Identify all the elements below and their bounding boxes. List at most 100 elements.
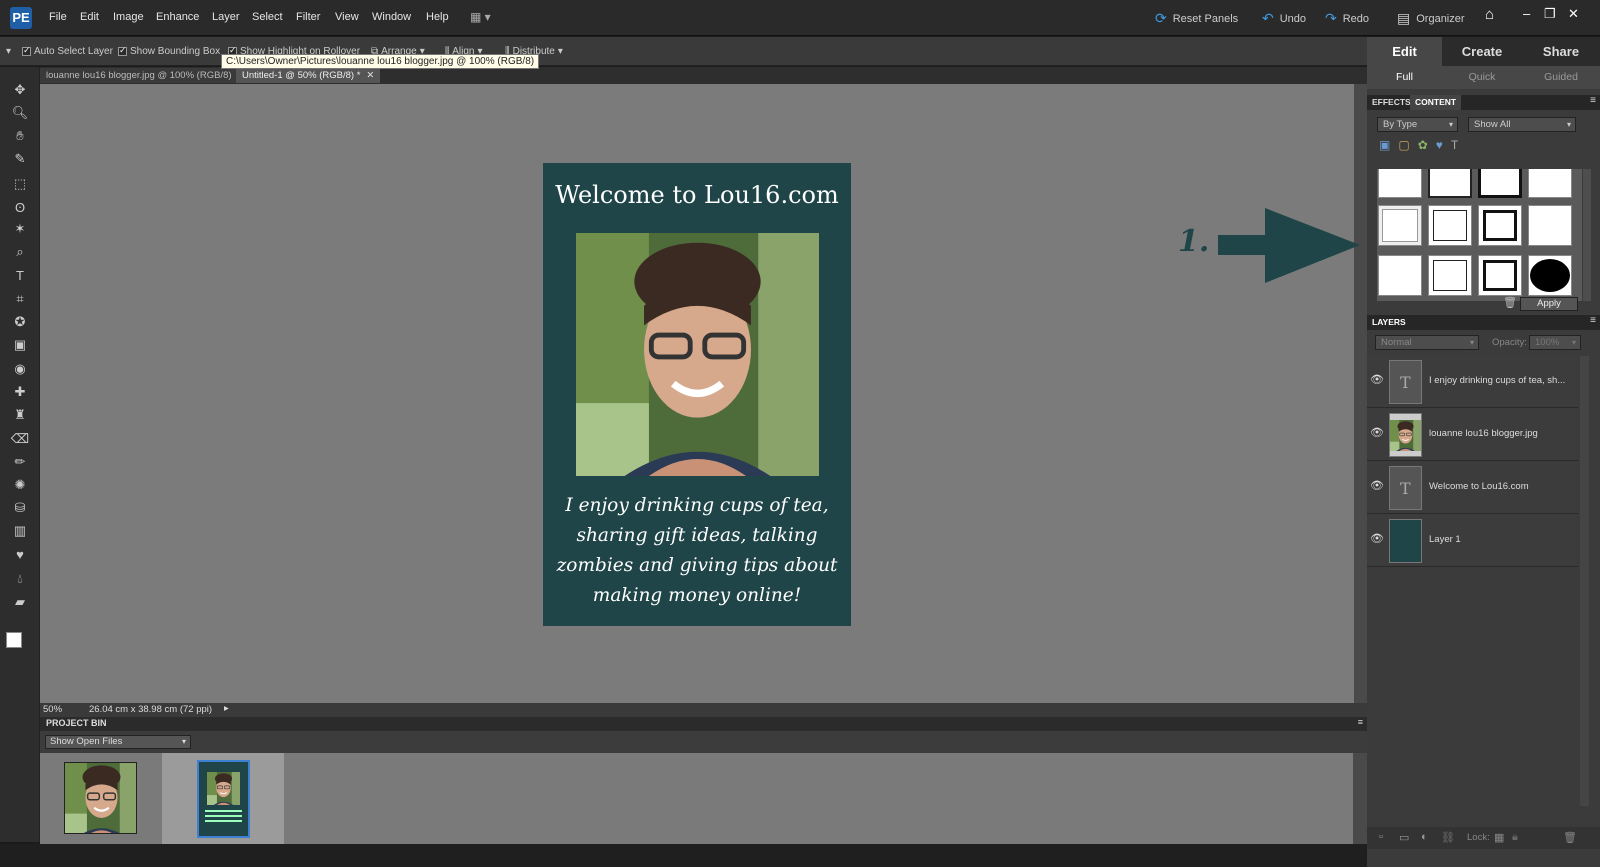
layer-row-photo[interactable]: 👁︎ louanne lou16 blogger.jpg (1367, 409, 1578, 461)
tab-louanne-blogger[interactable]: louanne lou16 blogger.jpg @ 100% (RGB/8)… (40, 68, 252, 83)
blend-mode-select[interactable]: Normal ▾ (1375, 335, 1479, 350)
bin-scrollbar[interactable] (1353, 753, 1367, 844)
cookie-cutter-tool-icon[interactable]: ✪ (10, 312, 30, 332)
tab-quick[interactable]: Quick (1443, 66, 1521, 89)
workspace-layout-button[interactable]: ▦ ▾ (470, 10, 502, 26)
layer-row-text-title[interactable]: 👁︎ T Welcome to Lou16.com (1367, 462, 1578, 514)
sponge-tool-icon[interactable]: ▰ (10, 592, 30, 612)
frame-thumb[interactable] (1478, 255, 1522, 296)
close-tab-icon[interactable]: ✕ (366, 70, 374, 81)
visibility-eye-icon[interactable]: 👁︎ (1370, 373, 1384, 387)
document-title-text[interactable]: Welcome to Lou16.com (543, 181, 851, 209)
new-group-icon[interactable]: ▭ (1399, 831, 1409, 844)
layer-row-fill[interactable]: 👁︎ Layer 1 (1367, 515, 1578, 567)
bin-thumbnail-untitled[interactable] (162, 753, 284, 844)
menu-edit[interactable]: Edit (80, 11, 99, 23)
visibility-eye-icon[interactable]: 👁︎ (1370, 532, 1384, 546)
recompose-tool-icon[interactable]: ▣ (10, 335, 30, 355)
foreground-color-swatch[interactable] (6, 632, 22, 648)
by-type-select[interactable]: By Type ▾ (1377, 117, 1458, 132)
brush-tool-icon[interactable]: ✏ (10, 452, 30, 472)
type-tool-icon[interactable]: T (10, 265, 30, 285)
gradient-tool-icon[interactable]: ▥ (10, 521, 30, 541)
visibility-eye-icon[interactable]: 👁︎ (1370, 426, 1384, 440)
options-menu-icon[interactable]: ▾ (6, 46, 11, 57)
menu-filter[interactable]: Filter (296, 11, 320, 23)
minimize-icon[interactable]: – (1523, 6, 1530, 21)
zoom-level[interactable]: 50% (43, 704, 62, 715)
magic-wand-tool-icon[interactable]: ✶ (10, 219, 30, 239)
frame-thumb[interactable] (1428, 255, 1472, 296)
frame-thumb[interactable] (1478, 169, 1522, 198)
tab-full[interactable]: Full (1367, 66, 1442, 89)
panel-menu-icon[interactable]: ≡ (1590, 315, 1596, 326)
status-menu-arrow-icon[interactable]: ▸ (224, 703, 229, 714)
reset-panels-button[interactable]: ⟳ Reset Panels (1155, 10, 1238, 27)
layer-row-text-body[interactable]: 👁︎ T I enjoy drinking cups of tea, sh... (1367, 356, 1578, 408)
menu-window[interactable]: Window (372, 11, 411, 23)
tab-content[interactable]: CONTENT (1410, 95, 1462, 110)
panel-menu-icon[interactable]: ≡ (1358, 717, 1363, 727)
document-photo[interactable] (576, 233, 819, 476)
delete-layer-icon[interactable]: 🗑︎ (1563, 831, 1577, 844)
auto-select-checkbox[interactable]: Auto Select Layer (22, 45, 113, 57)
tab-untitled-1[interactable]: Untitled-1 @ 50% (RGB/8) * ✕ (236, 68, 381, 83)
hand-tool-icon[interactable]: ✋︎ (10, 126, 30, 146)
eraser-tool-icon[interactable]: ⌫ (10, 429, 30, 449)
frame-thumb[interactable] (1378, 205, 1422, 246)
redo-button[interactable]: ↷ Redo (1325, 10, 1369, 27)
link-layers-icon[interactable]: ⛓︎ (1441, 831, 1455, 844)
bin-filter-select[interactable]: Show Open Files ▾ (45, 735, 191, 749)
organizer-button[interactable]: ▤ Organizer (1397, 10, 1465, 27)
close-icon[interactable]: ✕ (1568, 6, 1579, 22)
lock-transparent-icon[interactable]: ▦ (1494, 831, 1504, 844)
frame-thumb[interactable] (1478, 205, 1522, 246)
blur-tool-icon[interactable]: 💧︎ (10, 569, 30, 589)
frame-thumb[interactable] (1378, 169, 1422, 198)
bin-thumbnail-photo[interactable] (40, 753, 160, 844)
new-layer-icon[interactable]: ▫ (1379, 831, 1383, 843)
menu-layer[interactable]: Layer (212, 11, 240, 23)
home-icon[interactable]: ⌂ (1485, 6, 1494, 23)
menu-help[interactable]: Help (426, 11, 449, 23)
tab-effects[interactable]: EFFECTS (1367, 95, 1416, 110)
paint-bucket-tool-icon[interactable]: ⛁ (10, 498, 30, 518)
lock-all-icon[interactable]: 🔒︎ (1512, 831, 1518, 844)
frame-thumb[interactable] (1428, 205, 1472, 246)
text-icon[interactable]: T (1451, 138, 1466, 152)
canvas-vertical-scrollbar[interactable] (1354, 84, 1367, 703)
layers-scrollbar[interactable] (1580, 356, 1589, 806)
menu-view[interactable]: View (335, 11, 359, 23)
healing-brush-tool-icon[interactable]: ✚ (10, 382, 30, 402)
show-all-select[interactable]: Show All ▾ (1468, 117, 1576, 132)
restore-icon[interactable]: ❐ (1544, 6, 1556, 22)
tab-edit[interactable]: Edit (1367, 37, 1442, 66)
graphics-icon[interactable]: ✿ (1418, 138, 1436, 152)
frames-icon[interactable]: ▢ (1398, 138, 1417, 152)
clone-stamp-tool-icon[interactable]: ♜ (10, 405, 30, 425)
menu-file[interactable]: File (49, 11, 67, 23)
menu-select[interactable]: Select (252, 11, 283, 23)
tab-guided[interactable]: Guided (1522, 66, 1600, 89)
frame-thumb-oval[interactable] (1528, 255, 1572, 296)
bounding-box-checkbox[interactable]: Show Bounding Box (118, 45, 220, 57)
document-canvas[interactable]: Welcome to Lou16.com I enjoy drinking cu… (543, 163, 851, 626)
lasso-tool-icon[interactable]: ʘ (10, 197, 30, 217)
opacity-field[interactable]: 100% ▾ (1529, 335, 1581, 350)
custom-shape-tool-icon[interactable]: ♥ (10, 544, 30, 564)
tab-share[interactable]: Share (1522, 37, 1600, 66)
menu-enhance[interactable]: Enhance (156, 11, 199, 23)
visibility-eye-icon[interactable]: 👁︎ (1370, 479, 1384, 493)
menu-image[interactable]: Image (113, 11, 144, 23)
smart-brush-tool-icon[interactable]: ✺ (10, 475, 30, 495)
crop-tool-icon[interactable]: ⌗ (10, 289, 30, 309)
undo-button[interactable]: ↶ Undo (1262, 10, 1306, 27)
quick-selection-tool-icon[interactable]: ⌕ (10, 242, 30, 262)
tab-create[interactable]: Create (1443, 37, 1521, 66)
zoom-tool-icon[interactable]: 🔍︎ (10, 103, 30, 123)
frame-thumb[interactable] (1528, 169, 1572, 198)
shapes-icon[interactable]: ♥ (1436, 138, 1451, 152)
adjustment-layer-icon[interactable]: ◐ (1421, 831, 1428, 843)
move-tool-icon[interactable]: ✥ (10, 80, 30, 100)
panel-menu-icon[interactable]: ≡ (1590, 95, 1596, 106)
